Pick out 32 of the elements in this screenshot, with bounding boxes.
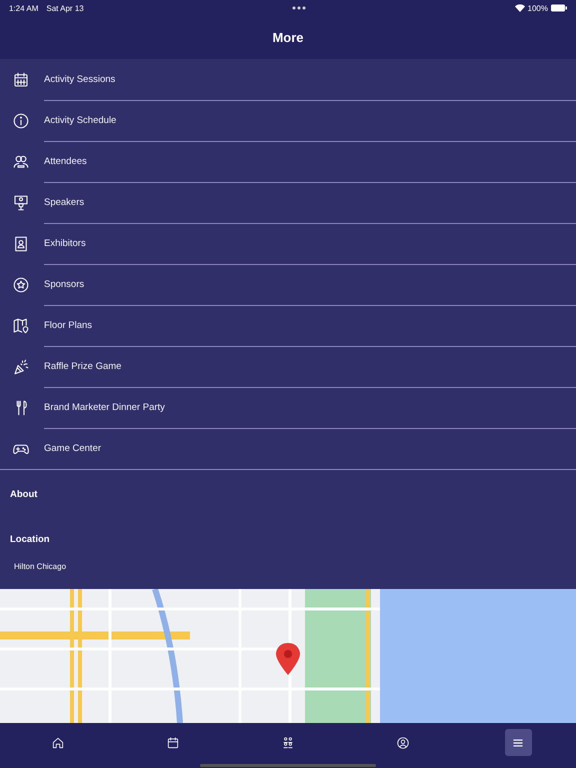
battery-percentage: 100%: [528, 4, 548, 12]
map-pin-icon: [12, 316, 30, 334]
menu-item[interactable]: Game Center: [44, 428, 576, 469]
status-date: Sat Apr 13: [46, 4, 84, 12]
section-heading: Location: [9, 534, 51, 545]
tab-button[interactable]: [504, 729, 532, 756]
menu-item[interactable]: Speakers: [44, 182, 576, 224]
menu-item[interactable]: Sponsors: [44, 264, 576, 306]
menu-item[interactable]: Activity Sessions: [44, 58, 576, 100]
calendar-icon: [166, 736, 180, 750]
party-popper-icon: [12, 358, 30, 376]
menu-item[interactable]: Attendees: [44, 140, 576, 182]
podium-icon: [12, 194, 30, 212]
star-circle-icon: [12, 276, 30, 294]
calendar-icon: [12, 70, 30, 88]
user-circle-icon: [396, 736, 410, 750]
menu-item[interactable]: Brand Marketer Dinner Party: [44, 386, 576, 428]
page-title: More: [272, 30, 304, 45]
section-heading: About: [9, 489, 38, 500]
battery-icon: [551, 4, 567, 12]
menu-item[interactable]: Floor Plans: [44, 304, 576, 346]
info-icon: [12, 112, 30, 130]
wifi-icon: [514, 4, 525, 12]
people-group-icon: [280, 736, 295, 750]
status-time: 1:24 AM: [9, 4, 38, 12]
dots-icon: [292, 6, 306, 10]
location-name: Hilton Chicago: [14, 562, 66, 571]
menu-item[interactable]: Exhibitors: [44, 222, 576, 264]
badge-icon: [12, 234, 30, 252]
menu-item[interactable]: Activity Schedule: [44, 100, 576, 142]
home-icon: [50, 736, 65, 750]
menu-item[interactable]: Raffle Prize Game: [44, 346, 576, 388]
